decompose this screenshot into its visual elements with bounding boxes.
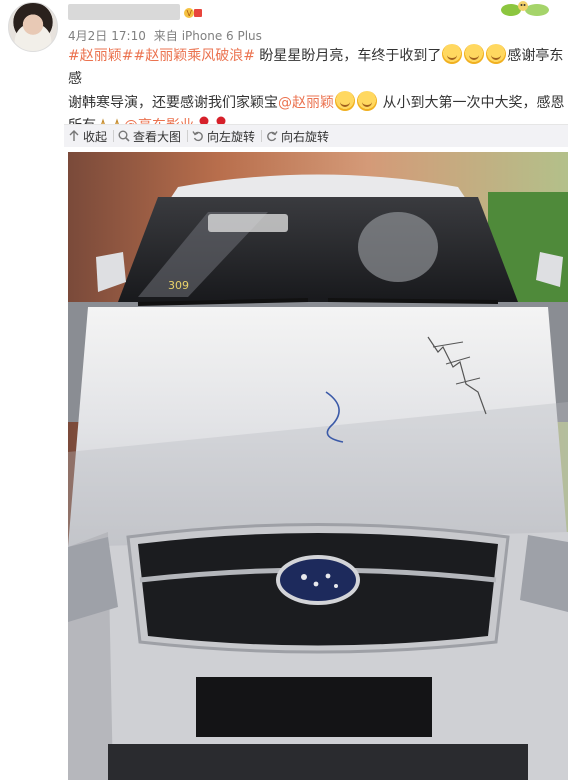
windshield-number: 309: [168, 279, 189, 292]
crying-emoji-icon: [464, 44, 485, 64]
blushing-emoji-icon: [357, 91, 377, 111]
view-large-label: 查看大图: [133, 129, 182, 144]
avatar[interactable]: [8, 2, 58, 52]
crying-emoji-icon: [442, 44, 463, 64]
rotate-right-icon: [267, 131, 278, 142]
car-photo-image: 309: [68, 152, 568, 780]
post-date[interactable]: 4月2日: [68, 29, 107, 43]
post-meta: 4月2日 17:10 来自 iPhone 6 Plus: [68, 27, 266, 44]
vip-badge-icon[interactable]: V: [183, 5, 203, 19]
post-time[interactable]: 17:10: [111, 29, 146, 43]
decoration-icon: [497, 0, 555, 16]
arrow-up-icon: [69, 130, 79, 141]
blushing-emoji-icon: [335, 91, 355, 111]
post-line-2: 谢韩寒导演，还要感谢我们家颖宝@赵丽颖 从小到大第一次中大奖，感恩: [68, 91, 568, 115]
mention-link[interactable]: @赵丽颖: [278, 95, 334, 111]
svg-text:V: V: [187, 9, 193, 18]
image-toolbar: 收起 查看大图 向左旋转 向右旋转: [64, 124, 568, 147]
post-text-segment: 谢韩寒导演，还要感谢我们家颖宝: [68, 95, 278, 111]
source-device[interactable]: iPhone 6 Plus: [182, 29, 262, 43]
hashtag-link[interactable]: #赵丽颖#: [68, 48, 133, 64]
source-prefix: 来自: [153, 29, 178, 43]
search-icon: [118, 130, 130, 142]
post-line-1: #赵丽颖##赵丽颖乘风破浪# 盼星星盼月亮，车终于收到了 感谢亭东感: [68, 44, 568, 91]
hashtag-link[interactable]: #赵丽颖乘风破浪#: [133, 48, 254, 64]
view-large-button[interactable]: 查看大图: [114, 128, 187, 145]
collapse-label: 收起: [83, 129, 108, 144]
rotate-right-button[interactable]: 向右旋转: [262, 128, 335, 145]
username-blurred[interactable]: [68, 4, 180, 20]
post-photo[interactable]: 309: [68, 152, 568, 780]
rotate-left-button[interactable]: 向左旋转: [188, 128, 261, 145]
rotate-left-label: 向左旋转: [207, 129, 256, 144]
post-text-segment: 盼星星盼月亮，车终于收到了: [254, 48, 442, 64]
rotate-left-icon: [192, 131, 203, 142]
collapse-button[interactable]: 收起: [64, 128, 113, 145]
rotate-right-label: 向右旋转: [281, 129, 330, 144]
post-text-segment: 从小到大第一次中大奖，感恩: [378, 95, 565, 111]
crying-emoji-icon: [486, 44, 507, 64]
